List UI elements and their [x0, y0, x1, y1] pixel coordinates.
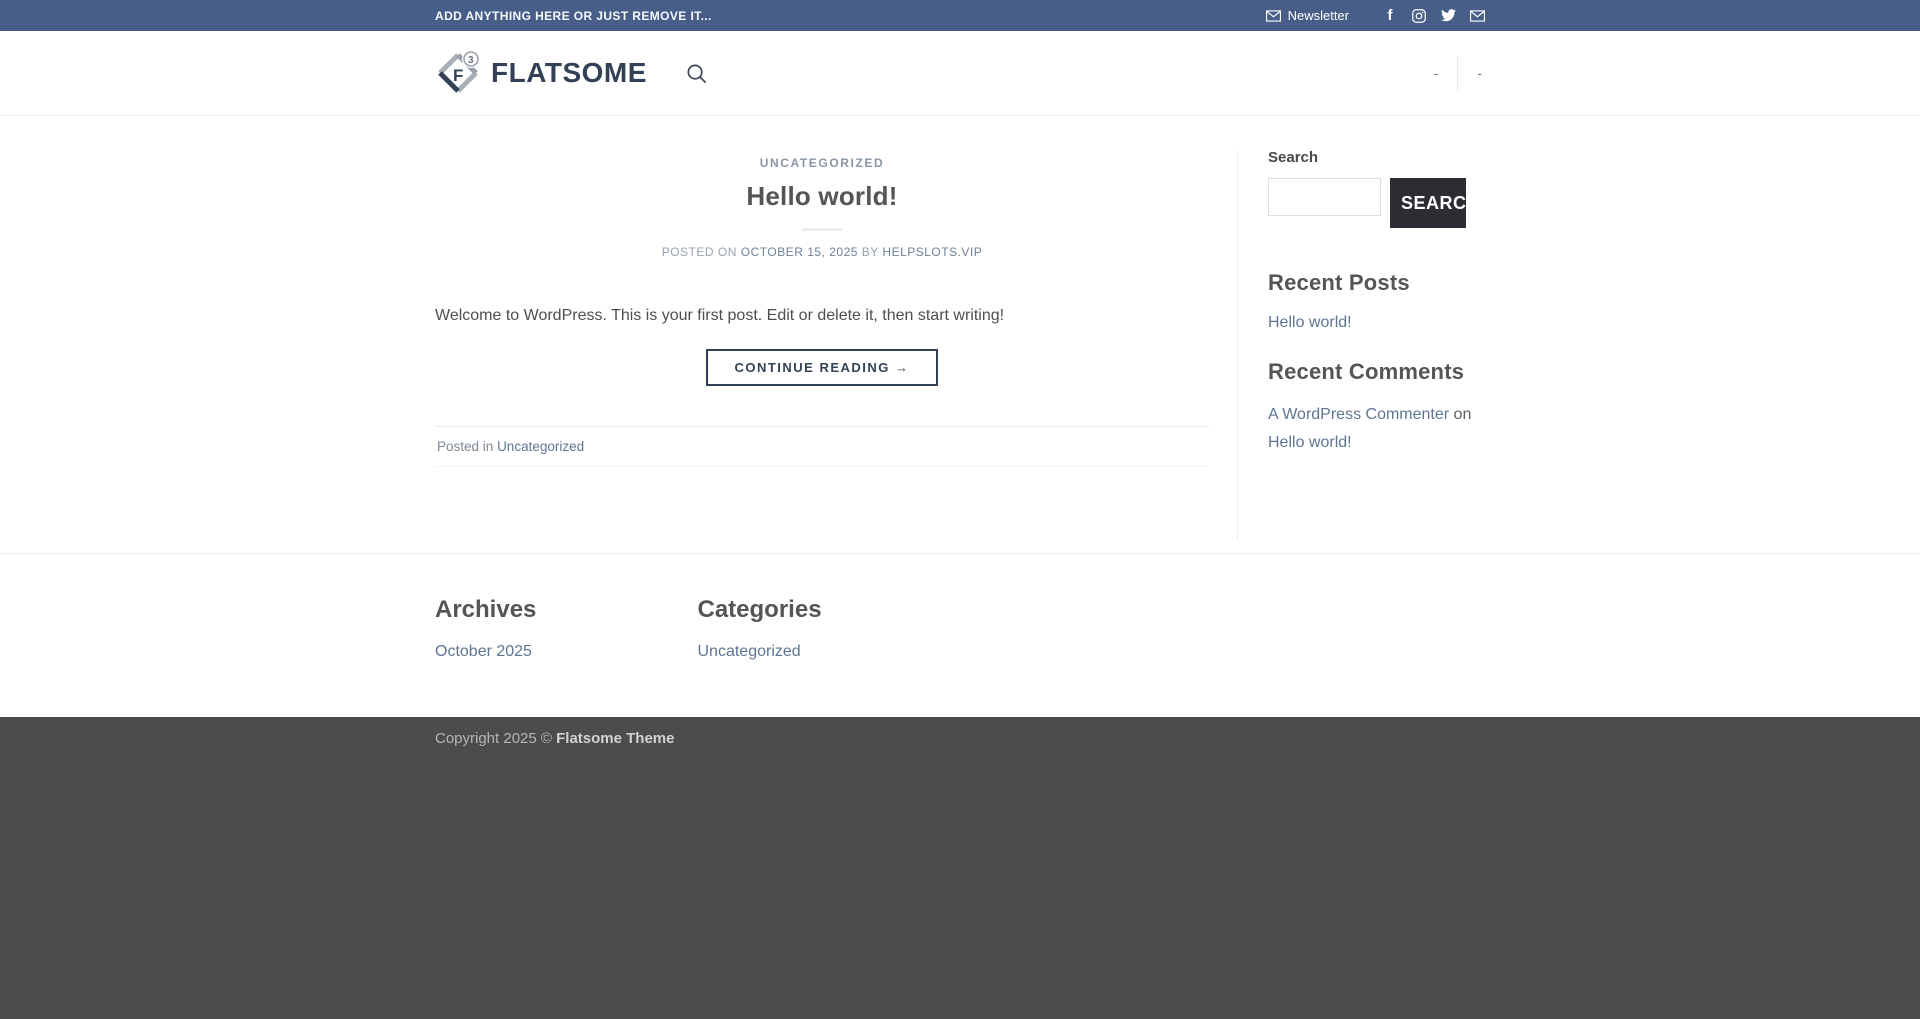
- posted-in-category-link[interactable]: Uncategorized: [497, 439, 584, 454]
- post-category-link[interactable]: UNCATEGORIZED: [760, 156, 885, 170]
- recent-posts-title: Recent Posts: [1268, 270, 1484, 296]
- categories-widget: Categories Uncategorized: [698, 596, 961, 661]
- newsletter-link[interactable]: Newsletter: [1266, 8, 1349, 23]
- comment-on-label: on: [1454, 406, 1472, 423]
- category-link[interactable]: Uncategorized: [698, 643, 801, 661]
- post-footer-meta: Posted in Uncategorized: [435, 426, 1209, 467]
- site-header: F 3 FLATSOME - -: [0, 31, 1920, 116]
- footer-widgets: Archives October 2025 Categories Uncateg…: [0, 553, 1920, 717]
- search-widget-title: Search: [1268, 149, 1484, 166]
- top-bar: ADD ANYTHING HERE OR JUST REMOVE IT... N…: [0, 0, 1920, 31]
- categories-title: Categories: [698, 596, 961, 624]
- recent-comment-item: A WordPress Commenter on Hello world!: [1268, 401, 1484, 457]
- facebook-link[interactable]: f: [1382, 8, 1398, 24]
- archives-title: Archives: [435, 596, 698, 624]
- svg-text:F: F: [453, 66, 463, 85]
- twitter-link[interactable]: [1440, 8, 1456, 24]
- nav-divider: [1457, 56, 1458, 90]
- logo-text: FLATSOME: [491, 57, 647, 89]
- archives-widget: Archives October 2025: [435, 596, 698, 661]
- post-article: UNCATEGORIZED Hello world! POSTED ON OCT…: [435, 116, 1209, 553]
- search-toggle-button[interactable]: [685, 62, 708, 85]
- site-logo[interactable]: F 3 FLATSOME: [435, 50, 647, 96]
- search-icon: [685, 62, 708, 85]
- email-link[interactable]: [1469, 8, 1485, 24]
- header-nav: - -: [1431, 56, 1485, 90]
- post-meta: POSTED ON OCTOBER 15, 2025 BY HELPSLOTS.…: [435, 245, 1209, 259]
- twitter-icon: [1441, 9, 1456, 22]
- topbar-message: ADD ANYTHING HERE OR JUST REMOVE IT...: [435, 9, 712, 23]
- footer-empty-col-1: [960, 596, 1223, 661]
- nav-item-2[interactable]: -: [1474, 65, 1485, 81]
- footer-empty-col-2: [1223, 596, 1486, 661]
- post-date-link[interactable]: OCTOBER 15, 2025: [741, 245, 858, 259]
- envelope-icon: [1266, 10, 1281, 22]
- recent-posts-widget: Recent Posts Hello world!: [1268, 270, 1484, 332]
- nav-item-1[interactable]: -: [1431, 65, 1442, 81]
- continue-reading-button[interactable]: CONTINUE READING →: [706, 349, 937, 386]
- comment-post-link[interactable]: Hello world!: [1268, 434, 1352, 451]
- posted-on-label: POSTED ON: [662, 245, 737, 259]
- content-sidebar-divider: [1237, 150, 1238, 540]
- logo-badge-3: 3: [468, 55, 474, 66]
- archive-link[interactable]: October 2025: [435, 643, 532, 661]
- instagram-link[interactable]: [1411, 8, 1427, 24]
- copyright-text: Copyright 2025 ©: [435, 730, 552, 747]
- sidebar-search-input[interactable]: [1268, 178, 1381, 216]
- newsletter-label: Newsletter: [1288, 8, 1349, 23]
- post-excerpt: Welcome to WordPress. This is your first…: [435, 303, 1209, 329]
- main-area: UNCATEGORIZED Hello world! POSTED ON OCT…: [0, 116, 1920, 553]
- recent-comments-widget: Recent Comments A WordPress Commenter on…: [1268, 359, 1484, 457]
- footer-bar: Copyright 2025 © Flatsome Theme: [0, 717, 1920, 1019]
- recent-comments-title: Recent Comments: [1268, 359, 1484, 385]
- post-title: Hello world!: [435, 181, 1209, 212]
- by-label: BY: [862, 245, 879, 259]
- post-author-link[interactable]: HELPSLOTS.VIP: [882, 245, 982, 259]
- sidebar: Search SEARCH Recent Posts Hello world! …: [1268, 116, 1484, 553]
- recent-post-link[interactable]: Hello world!: [1268, 314, 1352, 332]
- title-divider: [802, 228, 842, 231]
- instagram-icon: [1412, 9, 1426, 23]
- posted-in-label: Posted in: [437, 439, 493, 454]
- search-widget: Search SEARCH: [1268, 149, 1484, 228]
- topbar-right: Newsletter f: [1266, 8, 1485, 24]
- flatsome-diamond-icon: F 3: [435, 50, 481, 96]
- theme-name: Flatsome Theme: [556, 730, 674, 747]
- sidebar-search-button[interactable]: SEARCH: [1390, 178, 1466, 228]
- comment-author-link[interactable]: A WordPress Commenter: [1268, 406, 1449, 423]
- facebook-icon: f: [1388, 8, 1393, 23]
- email-icon: [1470, 10, 1485, 22]
